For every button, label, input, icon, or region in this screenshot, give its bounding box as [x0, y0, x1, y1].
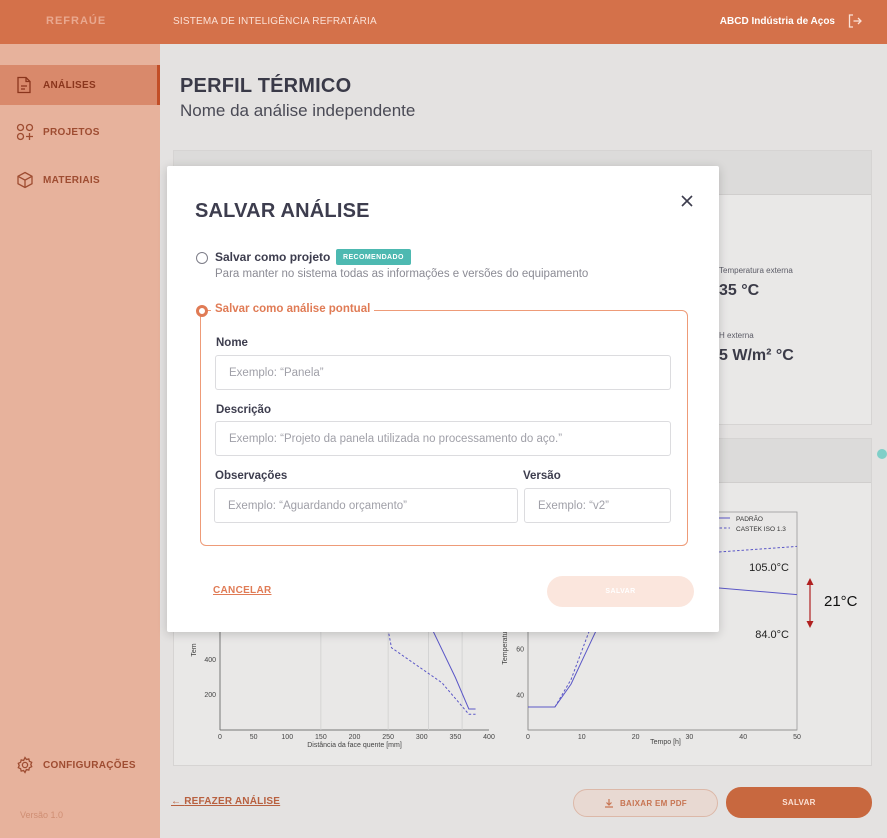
chart2-x-axis-label: Tempo [h] [650, 739, 681, 746]
descricao-input[interactable]: Exemplo: “Projeto da panela utilizada no… [215, 421, 671, 456]
save-page-button[interactable]: SALVAR [726, 787, 872, 818]
chart1-x-tick-label: 250 [382, 734, 394, 741]
chart2-x-tick-label: 50 [793, 734, 801, 741]
option-project-description: Para manter no sistema todas as informaç… [215, 268, 589, 280]
chart2-annotation-difference: 21°C [824, 593, 858, 610]
nome-input[interactable]: Exemplo: “Panela” [215, 355, 671, 390]
modal-title: SALVAR ANÁLISE [195, 200, 370, 222]
radio-save-as-pontual[interactable] [196, 305, 208, 317]
redo-label: REFAZER ANÁLISE [184, 796, 281, 807]
download-icon [604, 798, 614, 808]
chart2-annotation-low: 84.0°C [755, 629, 789, 641]
close-icon[interactable] [679, 193, 695, 209]
chart2-y-tick-label: 60 [516, 647, 524, 654]
chart1-y-tick-label: 200 [204, 692, 216, 699]
chart2-legend-label: CASTEK ISO 1.3 [736, 526, 786, 533]
chart1-x-tick-label: 100 [281, 734, 293, 741]
chart2-y-tick-label: 40 [516, 693, 524, 700]
chart1-x-axis-label: Distância da face quente [mm] [307, 742, 402, 749]
chart2-x-tick-label: 10 [578, 734, 586, 741]
chart1-x-tick-label: 0 [218, 734, 222, 741]
download-pdf-label: BAIXAR EM PDF [619, 798, 687, 808]
chart2-annotation-high: 105.0°C [749, 562, 789, 574]
chart2-legend-label: PADRÃO [736, 514, 763, 523]
chart1-x-tick-label: 400 [483, 734, 495, 741]
chart2-arrow-head-down [806, 621, 814, 628]
nome-label: Nome [216, 337, 248, 349]
chart2-x-tick-label: 30 [686, 734, 694, 741]
descricao-label: Descrição [216, 404, 271, 416]
recommended-badge: RECOMENDADO [336, 249, 411, 265]
chart2-x-tick-label: 20 [632, 734, 640, 741]
option-pontual-label[interactable]: Salvar como análise pontual [211, 303, 375, 315]
chart1-x-tick-label: 200 [349, 734, 361, 741]
save-analysis-modal: SALVAR ANÁLISE Salvar como projeto RECOM… [167, 166, 719, 632]
save-button[interactable]: SALVAR [547, 576, 694, 607]
versao-label: Versão [523, 470, 561, 482]
chart2-arrow-head-up [806, 578, 814, 585]
chart2-x-tick-label: 40 [739, 734, 747, 741]
option-project-label[interactable]: Salvar como projeto [215, 250, 330, 264]
redo-analysis-link[interactable]: ← REFAZER ANÁLISE [171, 796, 280, 807]
chart2-x-tick-label: 0 [526, 734, 530, 741]
scroll-indicator[interactable] [877, 449, 887, 459]
radio-save-as-project[interactable] [196, 252, 208, 264]
chart1-x-tick-label: 300 [416, 734, 428, 741]
chart1-x-tick-label: 350 [450, 734, 462, 741]
download-pdf-button[interactable]: BAIXAR EM PDF [573, 789, 718, 817]
chart1-y-axis-label: Tem [191, 643, 198, 656]
chart1-x-tick-label: 150 [315, 734, 327, 741]
chart1-y-tick-label: 400 [204, 657, 216, 664]
cancel-button[interactable]: CANCELAR [213, 585, 272, 596]
observacoes-label: Observações [215, 470, 288, 482]
observacoes-input[interactable]: Exemplo: “Aguardando orçamento” [214, 488, 518, 523]
versao-input[interactable]: Exemplo: “v2” [524, 488, 671, 523]
chart1-x-tick-label: 50 [250, 734, 258, 741]
